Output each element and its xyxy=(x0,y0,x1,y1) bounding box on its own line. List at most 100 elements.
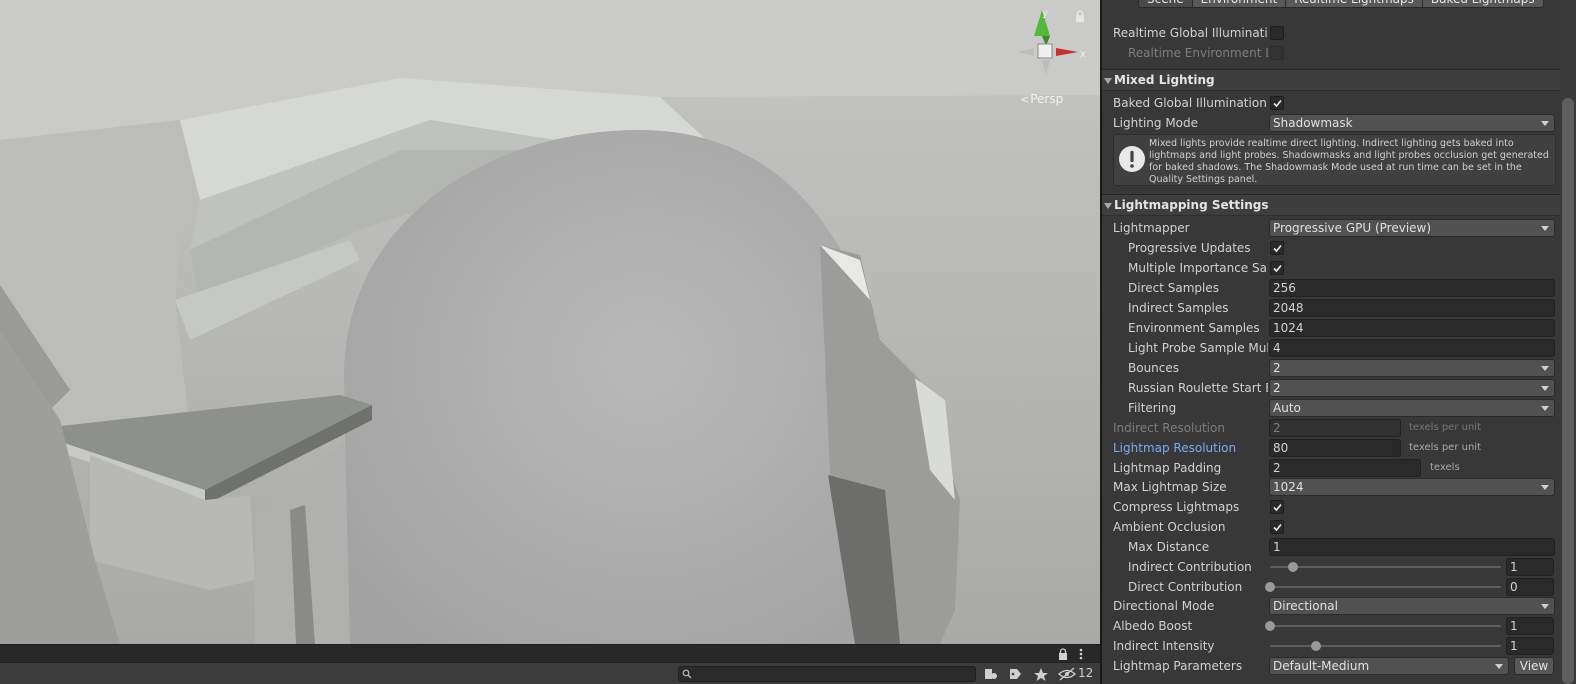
indirect-intensity-slider[interactable] xyxy=(1270,645,1501,647)
max-lightmap-size-dropdown[interactable]: 1024 xyxy=(1269,478,1555,496)
multiple-importance-checkbox[interactable] xyxy=(1270,261,1284,275)
ambient-occlusion-row: Ambient Occlusion xyxy=(1102,517,1576,537)
lock-icon[interactable] xyxy=(1075,10,1085,22)
bounces-dropdown[interactable]: 2 xyxy=(1269,359,1555,377)
light-probe-mult-label: Light Probe Sample Multiplier xyxy=(1128,341,1268,355)
lightmap-parameters-dropdown[interactable]: Default-Medium xyxy=(1269,657,1509,675)
tab-scene[interactable]: Scene xyxy=(1138,0,1193,8)
scene-geometry xyxy=(0,0,1100,644)
realtime-env-row: Realtime Environment Lighting xyxy=(1102,43,1576,63)
bounces-value: 2 xyxy=(1273,361,1281,375)
max-lightmap-size-value: 1024 xyxy=(1273,480,1304,494)
lightmap-parameters-value: Default-Medium xyxy=(1273,659,1370,673)
albedo-boost-field[interactable]: 1 xyxy=(1506,617,1554,635)
mixed-lighting-header[interactable]: Mixed Lighting xyxy=(1102,69,1576,91)
direct-contribution-field[interactable]: 0 xyxy=(1506,578,1554,596)
view-parameters-button[interactable]: View xyxy=(1514,657,1554,675)
check-icon xyxy=(1273,503,1282,512)
progressive-updates-checkbox[interactable] xyxy=(1270,241,1284,255)
albedo-boost-row: Albedo Boost 1 xyxy=(1102,616,1576,636)
check-icon xyxy=(1273,244,1282,253)
scene-status-bar: 12 xyxy=(0,662,1100,684)
chevron-down-icon xyxy=(1541,121,1549,126)
lightmap-resolution-field[interactable]: 80 xyxy=(1269,439,1401,457)
direct-contribution-slider-handle[interactable] xyxy=(1265,582,1275,592)
baked-gi-checkbox[interactable] xyxy=(1270,96,1284,110)
mixed-lighting-helpbox: Mixed lights provide realtime direct lig… xyxy=(1113,134,1556,186)
scene-view[interactable]: y x <Persp xyxy=(0,0,1100,644)
filtering-dropdown[interactable]: Auto xyxy=(1269,399,1555,417)
lightmap-padding-label: Lightmap Padding xyxy=(1113,461,1222,475)
scene-filter-icon[interactable] xyxy=(980,666,1002,682)
hidden-count: 12 xyxy=(1078,666,1094,680)
star-icon[interactable] xyxy=(1030,666,1052,682)
max-distance-field[interactable]: 1 xyxy=(1269,538,1555,556)
albedo-boost-slider[interactable] xyxy=(1270,625,1501,627)
direct-samples-label: Direct Samples xyxy=(1128,281,1219,295)
russian-roulette-row: Russian Roulette Start Bounce 2 xyxy=(1102,378,1576,398)
indirect-intensity-slider-handle[interactable] xyxy=(1311,641,1322,651)
lightmapping-settings-header[interactable]: Lightmapping Settings xyxy=(1102,194,1576,216)
tab-realtime-lightmaps[interactable]: Realtime Lightmaps xyxy=(1286,0,1423,8)
lightmap-resolution-label: Lightmap Resolution xyxy=(1113,441,1237,455)
indirect-contribution-label: Indirect Contribution xyxy=(1128,560,1252,574)
max-distance-label: Max Distance xyxy=(1128,540,1210,554)
lightmap-parameters-row: Lightmap Parameters Default-Medium View xyxy=(1102,656,1576,676)
tab-baked-lightmaps[interactable]: Baked Lightmaps xyxy=(1422,0,1544,8)
max-distance-row: Max Distance 1 xyxy=(1102,537,1576,557)
albedo-boost-slider-handle[interactable] xyxy=(1265,621,1275,631)
light-probe-mult-field[interactable]: 4 xyxy=(1269,339,1555,357)
lightmap-padding-field[interactable]: 2 xyxy=(1269,459,1421,477)
indirect-resolution-field[interactable]: 2 xyxy=(1269,419,1401,437)
russian-roulette-dropdown[interactable]: 2 xyxy=(1269,379,1555,397)
environment-samples-label: Environment Samples xyxy=(1128,321,1260,335)
chevron-down-icon xyxy=(1541,386,1549,391)
lightmapper-dropdown[interactable]: Progressive GPU (Preview) xyxy=(1269,219,1555,237)
lightmapper-row: Lightmapper Progressive GPU (Preview) xyxy=(1102,218,1576,238)
albedo-boost-label: Albedo Boost xyxy=(1113,619,1193,633)
max-lightmap-size-row: Max Lightmap Size 1024 xyxy=(1102,477,1576,497)
indirect-contribution-slider[interactable] xyxy=(1270,566,1501,568)
compress-lightmaps-checkbox[interactable] xyxy=(1270,500,1284,514)
foldout-icon xyxy=(1104,78,1112,84)
indirect-contribution-slider-handle[interactable] xyxy=(1288,562,1299,572)
menu-icon[interactable] xyxy=(1074,647,1088,661)
direct-samples-field[interactable]: 256 xyxy=(1269,279,1555,297)
lighting-mode-dropdown[interactable]: Shadowmask xyxy=(1269,114,1555,132)
lightmap-resolution-unit: texels per unit xyxy=(1409,442,1481,453)
bounces-label: Bounces xyxy=(1128,361,1180,375)
direct-samples-row: Direct Samples 256 xyxy=(1102,278,1576,298)
indirect-samples-row: Indirect Samples 2048 xyxy=(1102,298,1576,318)
ambient-occlusion-checkbox[interactable] xyxy=(1270,520,1284,534)
panel-scrollbar-thumb[interactable] xyxy=(1562,98,1574,684)
realtime-env-checkbox[interactable] xyxy=(1270,46,1284,60)
directional-mode-row: Directional Mode Directional xyxy=(1102,596,1576,616)
projection-toggle[interactable]: <Persp xyxy=(1020,92,1063,106)
lock-icon[interactable] xyxy=(1056,647,1070,661)
indirect-intensity-field[interactable]: 1 xyxy=(1506,637,1554,655)
indirect-samples-field[interactable]: 2048 xyxy=(1269,299,1555,317)
realtime-gi-checkbox[interactable] xyxy=(1270,26,1284,40)
lightmap-resolution-row: Lightmap Resolution 80 texels per unit xyxy=(1102,438,1576,458)
visibility-icon[interactable] xyxy=(1056,666,1078,682)
lighting-mode-row: Lighting Mode Shadowmask xyxy=(1102,113,1576,133)
indirect-contribution-row: Indirect Contribution 1 xyxy=(1102,557,1576,577)
tag-icon[interactable] xyxy=(1004,666,1026,682)
tab-environment[interactable]: Environment xyxy=(1192,0,1287,8)
search-box[interactable] xyxy=(678,666,976,682)
filtering-row: Filtering Auto xyxy=(1102,398,1576,418)
multiple-importance-row: Multiple Importance Sampling xyxy=(1102,258,1576,278)
light-probe-mult-row: Light Probe Sample Multiplier 4 xyxy=(1102,338,1576,358)
directional-mode-dropdown[interactable]: Directional xyxy=(1269,597,1555,615)
environment-samples-field[interactable]: 1024 xyxy=(1269,319,1555,337)
directional-mode-label: Directional Mode xyxy=(1113,599,1215,613)
indirect-contribution-field[interactable]: 1 xyxy=(1506,558,1554,576)
directional-mode-value: Directional xyxy=(1273,599,1338,613)
filtering-label: Filtering xyxy=(1128,401,1177,415)
lightmapper-label: Lightmapper xyxy=(1113,221,1190,235)
chevron-down-icon xyxy=(1541,406,1549,411)
search-input[interactable] xyxy=(679,667,975,682)
direct-contribution-slider[interactable] xyxy=(1270,586,1501,588)
environment-samples-row: Environment Samples 1024 xyxy=(1102,318,1576,338)
direct-contribution-label: Direct Contribution xyxy=(1128,580,1243,594)
